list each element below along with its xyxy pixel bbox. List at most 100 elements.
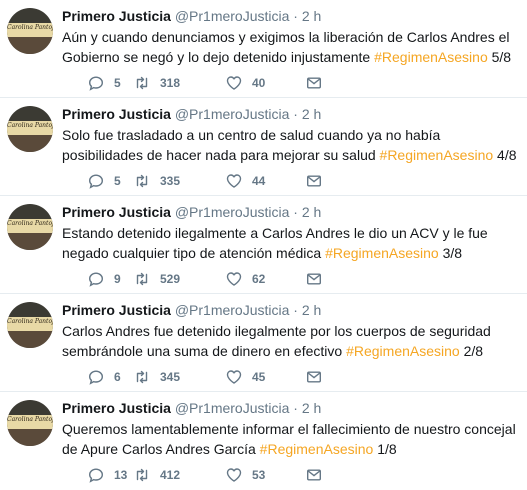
like-count: 45: [252, 370, 266, 384]
author-name[interactable]: Primero Justicia: [62, 204, 171, 220]
envelope-icon: [307, 273, 322, 285]
tweet-time[interactable]: 2 h: [302, 8, 321, 24]
tweet-header: Primero Justicia @Pr1meroJusticia · 2 h: [62, 203, 321, 221]
avatar-text: Carolina Pantojo: [7, 220, 53, 227]
separator-dot: ·: [293, 400, 298, 416]
tweet-header: Primero Justicia @Pr1meroJusticia · 2 h: [62, 7, 321, 25]
tweet[interactable]: Carolina Pantojo Primero Justicia @Pr1me…: [0, 392, 527, 490]
tweet-time[interactable]: 2 h: [302, 204, 321, 220]
author-name[interactable]: Primero Justicia: [62, 106, 171, 122]
avatar-text: Carolina Pantojo: [7, 416, 53, 423]
like-count: 62: [252, 272, 266, 286]
direct-message-button[interactable]: [306, 271, 322, 287]
hashtag-link[interactable]: #RegimenAsesino: [260, 441, 374, 457]
direct-message-button[interactable]: [306, 369, 322, 385]
avatar[interactable]: Carolina Pantojo: [7, 106, 53, 152]
avatar[interactable]: Carolina Pantojo: [7, 204, 53, 250]
like-button[interactable]: 62: [226, 271, 265, 287]
author-name[interactable]: Primero Justicia: [62, 302, 171, 318]
retweet-icon: [136, 468, 148, 482]
hashtag-link[interactable]: #RegimenAsesino: [325, 245, 439, 261]
retweet-count: 412: [160, 468, 181, 482]
like-button[interactable]: 45: [226, 369, 265, 385]
author-handle[interactable]: @Pr1meroJusticia: [175, 8, 290, 24]
author-name[interactable]: Primero Justicia: [62, 400, 171, 416]
like-button[interactable]: 40: [226, 75, 265, 91]
avatar[interactable]: Carolina Pantojo: [7, 400, 53, 446]
retweet-icon: [136, 272, 148, 286]
thread-counter: 3/8: [442, 245, 463, 261]
reply-icon: [88, 76, 104, 91]
direct-message-button[interactable]: [306, 173, 322, 189]
thread-counter: 2/8: [463, 343, 484, 359]
envelope-icon: [307, 371, 322, 383]
reply-count: 5: [114, 76, 121, 90]
retweet-icon: [136, 174, 148, 188]
tweet[interactable]: Carolina Pantojo Primero Justicia @Pr1me…: [0, 196, 527, 294]
reply-icon: [88, 272, 104, 287]
reply-count: 9: [114, 272, 121, 286]
retweet-button[interactable]: 412: [134, 467, 180, 483]
reply-button[interactable]: 5: [88, 173, 121, 189]
like-count: 44: [252, 174, 266, 188]
author-handle[interactable]: @Pr1meroJusticia: [175, 302, 290, 318]
author-name[interactable]: Primero Justicia: [62, 8, 171, 24]
tweet-header: Primero Justicia @Pr1meroJusticia · 2 h: [62, 105, 321, 123]
tweet[interactable]: Carolina Pantojo Primero Justicia @Pr1me…: [0, 294, 527, 392]
reply-button[interactable]: 6: [88, 369, 121, 385]
reply-icon: [88, 174, 104, 189]
reply-button[interactable]: 5: [88, 75, 121, 91]
tweet-header: Primero Justicia @Pr1meroJusticia · 2 h: [62, 301, 321, 319]
avatar-text: Carolina Pantojo: [7, 24, 53, 31]
hashtag-link[interactable]: #RegimenAsesino: [380, 147, 494, 163]
tweet-time[interactable]: 2 h: [302, 302, 321, 318]
retweet-icon: [136, 76, 148, 90]
hashtag-link[interactable]: #RegimenAsesino: [374, 49, 488, 65]
retweet-count: 335: [160, 174, 181, 188]
like-count: 40: [252, 76, 266, 90]
thread-counter: 4/8: [497, 147, 517, 163]
envelope-icon: [307, 175, 322, 187]
separator-dot: ·: [293, 8, 298, 24]
direct-message-button[interactable]: [306, 75, 322, 91]
retweet-count: 318: [160, 76, 181, 90]
heart-icon: [226, 76, 242, 90]
retweet-button[interactable]: 345: [134, 369, 180, 385]
reply-count: 13: [114, 468, 128, 482]
direct-message-button[interactable]: [306, 467, 322, 483]
tweet-header: Primero Justicia @Pr1meroJusticia · 2 h: [62, 399, 321, 417]
tweet-text: Carlos Andres fue detenido ilegalmente p…: [62, 321, 517, 361]
heart-icon: [226, 174, 242, 188]
tweet-text: Solo fue trasladado a un centro de salud…: [62, 125, 517, 165]
separator-dot: ·: [293, 204, 298, 220]
author-handle[interactable]: @Pr1meroJusticia: [175, 106, 290, 122]
retweet-icon: [136, 370, 148, 384]
reply-icon: [88, 468, 104, 483]
retweet-button[interactable]: 335: [134, 173, 180, 189]
tweet-time[interactable]: 2 h: [302, 400, 321, 416]
thread-counter: 5/8: [491, 49, 512, 65]
retweet-button[interactable]: 529: [134, 271, 180, 287]
author-handle[interactable]: @Pr1meroJusticia: [175, 204, 290, 220]
retweet-button[interactable]: 318: [134, 75, 180, 91]
tweet[interactable]: Carolina Pantojo Primero Justicia @Pr1me…: [0, 98, 527, 196]
reply-button[interactable]: 9: [88, 271, 121, 287]
reply-button[interactable]: 13: [88, 467, 127, 483]
heart-icon: [226, 272, 242, 286]
separator-dot: ·: [293, 302, 298, 318]
avatar[interactable]: Carolina Pantojo: [7, 302, 53, 348]
timeline: Carolina Pantojo Primero Justicia @Pr1me…: [0, 0, 527, 490]
hashtag-link[interactable]: #RegimenAsesino: [346, 343, 460, 359]
tweet-time[interactable]: 2 h: [302, 106, 321, 122]
avatar[interactable]: Carolina Pantojo: [7, 8, 53, 54]
heart-icon: [226, 370, 242, 384]
like-button[interactable]: 53: [226, 467, 265, 483]
tweet[interactable]: Carolina Pantojo Primero Justicia @Pr1me…: [0, 0, 527, 98]
envelope-icon: [307, 77, 322, 89]
author-handle[interactable]: @Pr1meroJusticia: [175, 400, 290, 416]
reply-icon: [88, 370, 104, 385]
reply-count: 6: [114, 370, 121, 384]
separator-dot: ·: [293, 106, 298, 122]
envelope-icon: [307, 469, 322, 481]
like-button[interactable]: 44: [226, 173, 265, 189]
